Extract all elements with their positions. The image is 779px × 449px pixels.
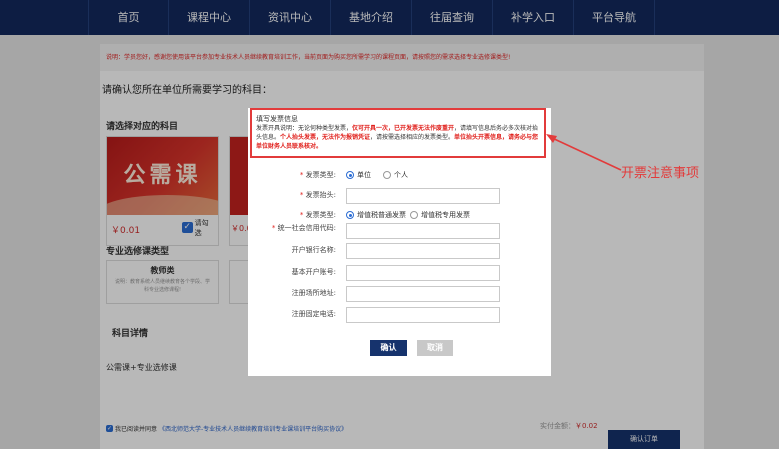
account-row: 基本开户账号: bbox=[248, 265, 551, 281]
address-row: 注册场所地址: bbox=[248, 286, 551, 302]
radio-option-normal-vat[interactable]: 增值税普通发票 bbox=[346, 210, 406, 220]
invoice-kind-label: * 发票类型: bbox=[299, 211, 336, 219]
radio-checked-icon bbox=[346, 171, 354, 179]
bank-name-label: 开户银行名称: bbox=[291, 246, 336, 254]
invoice-type-row: * 发票类型: 单位 个人 bbox=[248, 168, 551, 184]
address-label: 注册场所地址: bbox=[291, 289, 336, 297]
address-input[interactable] bbox=[346, 286, 500, 302]
invoice-kind-radio-group: 增值税普通发票 增值税专用发票 bbox=[346, 210, 482, 220]
modal-confirm-button[interactable]: 确认 bbox=[370, 340, 407, 356]
credit-code-input[interactable] bbox=[346, 223, 500, 239]
invoice-type-label: * 发票类型: bbox=[299, 171, 336, 179]
phone-label: 注册固定电话: bbox=[291, 310, 336, 318]
annotation-highlight-box bbox=[250, 108, 546, 158]
invoice-title-input[interactable] bbox=[346, 188, 500, 204]
annotation-arrow-icon bbox=[546, 134, 622, 171]
credit-code-row: * 统一社会信用代码: bbox=[248, 223, 551, 239]
radio-option-special-vat[interactable]: 增值税专用发票 bbox=[410, 210, 470, 220]
annotation-label: 开票注意事项 bbox=[621, 166, 700, 181]
radio-unchecked-icon bbox=[383, 171, 391, 179]
account-input[interactable] bbox=[346, 265, 500, 281]
account-label: 基本开户账号: bbox=[291, 268, 336, 276]
invoice-kind-row: * 发票类型: 增值税普通发票 增值税专用发票 bbox=[248, 208, 551, 224]
phone-row: 注册固定电话: bbox=[248, 307, 551, 323]
modal-cancel-button[interactable]: 取消 bbox=[417, 340, 453, 356]
radio-unchecked-icon bbox=[410, 211, 418, 219]
invoice-title-label: * 发票抬头: bbox=[299, 191, 336, 199]
credit-code-label: * 统一社会信用代码: bbox=[271, 224, 336, 232]
phone-input[interactable] bbox=[346, 307, 500, 323]
invoice-type-radio-group: 单位 个人 bbox=[346, 170, 420, 180]
radio-checked-icon bbox=[346, 211, 354, 219]
invoice-title-row: * 发票抬头: bbox=[248, 188, 551, 204]
radio-option-personal[interactable]: 个人 bbox=[383, 170, 408, 180]
bank-name-row: 开户银行名称: bbox=[248, 243, 551, 259]
radio-option-unit[interactable]: 单位 bbox=[346, 170, 371, 180]
bank-name-input[interactable] bbox=[346, 243, 500, 259]
